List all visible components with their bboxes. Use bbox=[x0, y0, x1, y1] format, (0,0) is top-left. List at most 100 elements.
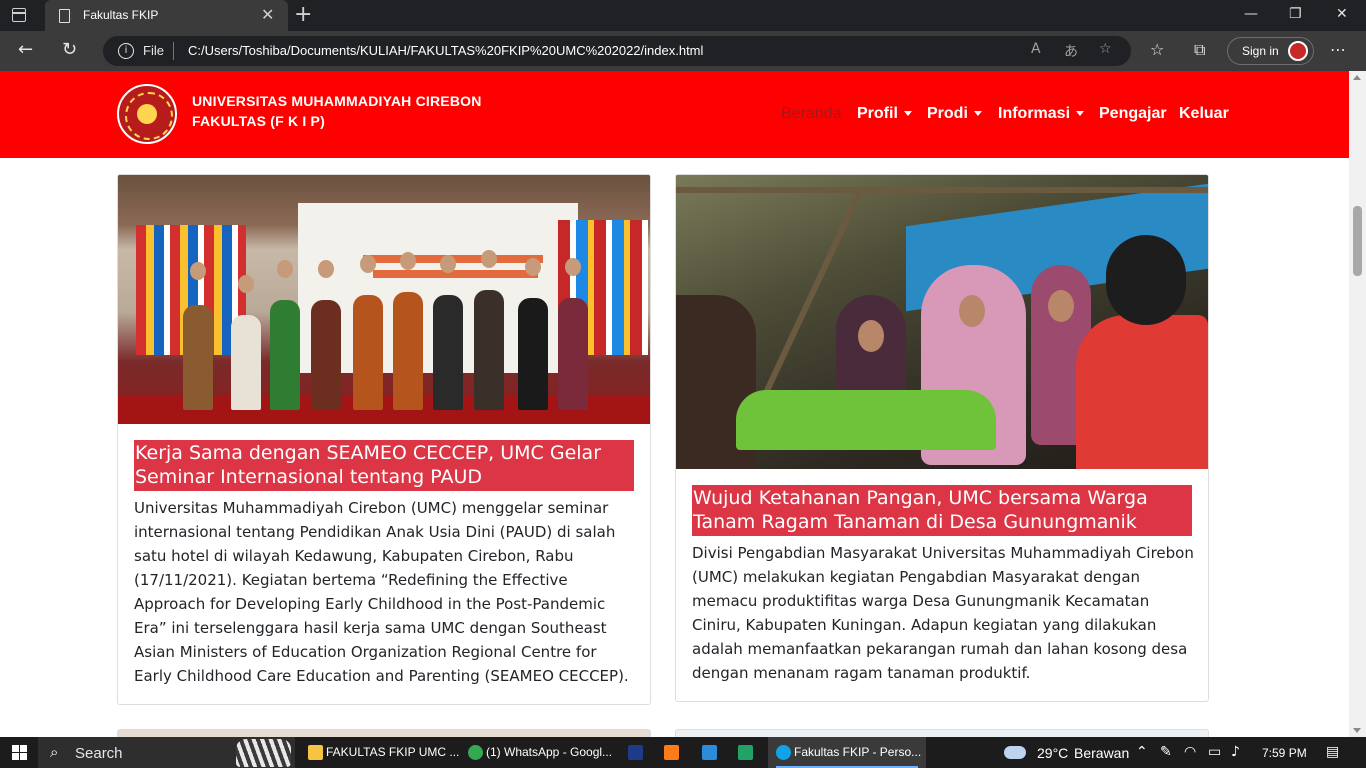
nav-teachers[interactable]: Pengajar bbox=[1099, 105, 1167, 123]
nav-home[interactable]: Beranda bbox=[781, 105, 842, 123]
brand-faculty[interactable]: FAKULTAS (F K I P) bbox=[192, 113, 325, 129]
avatar bbox=[1288, 41, 1308, 61]
card-text: Divisi Pengabdian Masyarakat Universitas… bbox=[692, 544, 1194, 682]
search-highlight-image bbox=[236, 739, 291, 767]
address-bar-row: ← ↻ i File C:/Users/Toshiba/Documents/KU… bbox=[0, 31, 1366, 71]
photo-person-head bbox=[525, 258, 541, 276]
task-file-explorer[interactable]: FAKULTAS FKIP UMC ... bbox=[300, 737, 460, 768]
card-title[interactable]: Kerja Sama dengan SEAMEO CECCEP, UMC Gel… bbox=[134, 440, 634, 491]
card-title-box: Kerja Sama dengan SEAMEO CECCEP, UMC Gel… bbox=[134, 440, 634, 491]
app-icon bbox=[664, 745, 679, 760]
weather-desc[interactable]: Berawan bbox=[1074, 745, 1129, 761]
favorites-icon[interactable]: ☆ bbox=[1150, 40, 1164, 59]
site-header: UNIVERSITAS MUHAMMADIYAH CIREBON FAKULTA… bbox=[0, 71, 1349, 158]
window-close-button[interactable]: ✕ bbox=[1336, 6, 1348, 22]
task-label: FAKULTAS FKIP UMC ... bbox=[326, 745, 460, 759]
caret-down-icon bbox=[1076, 111, 1085, 117]
task-label: (1) WhatsApp - Googl... bbox=[486, 745, 613, 759]
photo-person-head bbox=[277, 260, 293, 278]
photo-person bbox=[311, 300, 341, 410]
photo-person-face bbox=[858, 320, 884, 352]
task-app[interactable] bbox=[656, 737, 690, 768]
photo-seedling-tray bbox=[736, 390, 996, 450]
brand-name[interactable]: UNIVERSITAS MUHAMMADIYAH CIREBON bbox=[192, 93, 482, 109]
news-card[interactable] bbox=[117, 729, 651, 737]
task-edge-fakultas[interactable]: Fakultas FKIP - Perso... bbox=[768, 737, 926, 768]
photo-person-head bbox=[1106, 235, 1186, 325]
info-icon[interactable]: i bbox=[118, 43, 134, 59]
address-bar[interactable]: i File C:/Users/Toshiba/Documents/KULIAH… bbox=[103, 36, 1131, 66]
close-icon[interactable]: ✕ bbox=[261, 5, 274, 24]
card-title-box: Wujud Ketahanan Pangan, UMC bersama Warg… bbox=[692, 485, 1192, 536]
photo-person bbox=[433, 295, 463, 410]
minimize-button[interactable]: — bbox=[1244, 6, 1258, 22]
taskbar: ⌕ Search FAKULTAS FKIP UMC ... (1) Whats… bbox=[0, 737, 1366, 768]
photo-person bbox=[183, 305, 213, 410]
news-card-food-security[interactable]: Wujud Ketahanan Pangan, UMC bersama Warg… bbox=[675, 174, 1209, 702]
nav-programs-label: Prodi bbox=[927, 105, 968, 122]
pen-icon[interactable]: ✎ bbox=[1160, 744, 1172, 760]
maximize-button[interactable]: ❐ bbox=[1289, 6, 1302, 22]
nav-info[interactable]: Informasi bbox=[998, 105, 1085, 123]
new-tab-button[interactable]: + bbox=[294, 2, 312, 27]
weather-temp[interactable]: 29°C bbox=[1037, 745, 1068, 761]
translate-icon[interactable]: あ bbox=[1064, 41, 1078, 61]
photo-person bbox=[518, 298, 548, 410]
task-photoshop[interactable] bbox=[620, 737, 654, 768]
volume-icon[interactable]: ♪ bbox=[1231, 744, 1240, 760]
news-card-seminar[interactable]: Kerja Sama dengan SEAMEO CECCEP, UMC Gel… bbox=[117, 174, 651, 705]
scroll-up-icon[interactable] bbox=[1353, 75, 1361, 80]
photo-person-head bbox=[481, 250, 497, 268]
university-logo[interactable] bbox=[117, 84, 177, 144]
back-icon[interactable]: ← bbox=[18, 39, 33, 60]
tab-actions-icon[interactable] bbox=[12, 8, 26, 22]
photo-person-head bbox=[565, 258, 581, 276]
taskbar-search[interactable]: ⌕ Search bbox=[38, 737, 295, 768]
nav-profile-label: Profil bbox=[857, 105, 898, 122]
wifi-icon[interactable]: ◠ bbox=[1184, 744, 1196, 760]
task-chrome-whatsapp[interactable]: (1) WhatsApp - Googl... bbox=[460, 737, 620, 768]
page-viewport: UNIVERSITAS MUHAMMADIYAH CIREBON FAKULTA… bbox=[0, 71, 1349, 737]
seminar-photo[interactable] bbox=[118, 175, 650, 424]
photo-person-head bbox=[190, 262, 206, 280]
photoshop-icon bbox=[628, 745, 643, 760]
start-icon[interactable] bbox=[12, 745, 27, 760]
edge-icon bbox=[776, 745, 791, 760]
sign-in-button[interactable]: Sign in bbox=[1227, 37, 1314, 65]
news-card[interactable] bbox=[675, 729, 1209, 737]
task-app-green[interactable] bbox=[730, 737, 764, 768]
more-menu-icon[interactable]: ⋯ bbox=[1330, 40, 1346, 59]
nav-profile[interactable]: Profil bbox=[857, 105, 912, 123]
scroll-thumb[interactable] bbox=[1353, 206, 1362, 276]
search-label: Search bbox=[75, 745, 123, 762]
farming-photo[interactable] bbox=[676, 175, 1208, 469]
clock-time[interactable]: 7:59 PM bbox=[1262, 746, 1307, 760]
collections-icon[interactable]: ⧉ bbox=[1194, 40, 1205, 60]
task-vscode[interactable] bbox=[694, 737, 728, 768]
scroll-down-icon[interactable] bbox=[1353, 728, 1361, 733]
add-favorite-icon[interactable]: ☆ bbox=[1099, 41, 1112, 57]
photo-person bbox=[558, 298, 588, 410]
caret-down-icon bbox=[973, 111, 982, 117]
notifications-icon[interactable]: ▤ bbox=[1326, 744, 1339, 760]
photo-person bbox=[270, 300, 300, 410]
chevron-up-icon[interactable]: ⌃ bbox=[1136, 744, 1148, 760]
browser-tab-active[interactable]: Fakultas FKIP ✕ bbox=[45, 0, 288, 31]
caret-down-icon bbox=[903, 111, 912, 117]
weather-cloud-icon[interactable] bbox=[1004, 746, 1026, 759]
photo-person-head bbox=[238, 275, 254, 293]
folder-icon bbox=[308, 745, 323, 760]
battery-icon[interactable]: ▭ bbox=[1208, 744, 1221, 760]
nav-info-label: Informasi bbox=[998, 105, 1071, 122]
browser-tab-bar: Fakultas FKIP ✕ + — ❐ ✕ bbox=[0, 0, 1366, 31]
page-scrollbar[interactable] bbox=[1349, 71, 1366, 737]
tab-title: Fakultas FKIP bbox=[83, 8, 159, 22]
nav-programs[interactable]: Prodi bbox=[927, 105, 982, 123]
photo-person bbox=[474, 290, 504, 410]
url-text[interactable]: C:/Users/Toshiba/Documents/KULIAH/FAKULT… bbox=[188, 43, 703, 58]
refresh-icon[interactable]: ↻ bbox=[62, 39, 77, 60]
card-title[interactable]: Wujud Ketahanan Pangan, UMC bersama Warg… bbox=[692, 485, 1192, 536]
nav-logout[interactable]: Keluar bbox=[1179, 105, 1229, 123]
photo-frame bbox=[676, 187, 1208, 193]
read-aloud-icon[interactable]: A bbox=[1031, 41, 1041, 57]
